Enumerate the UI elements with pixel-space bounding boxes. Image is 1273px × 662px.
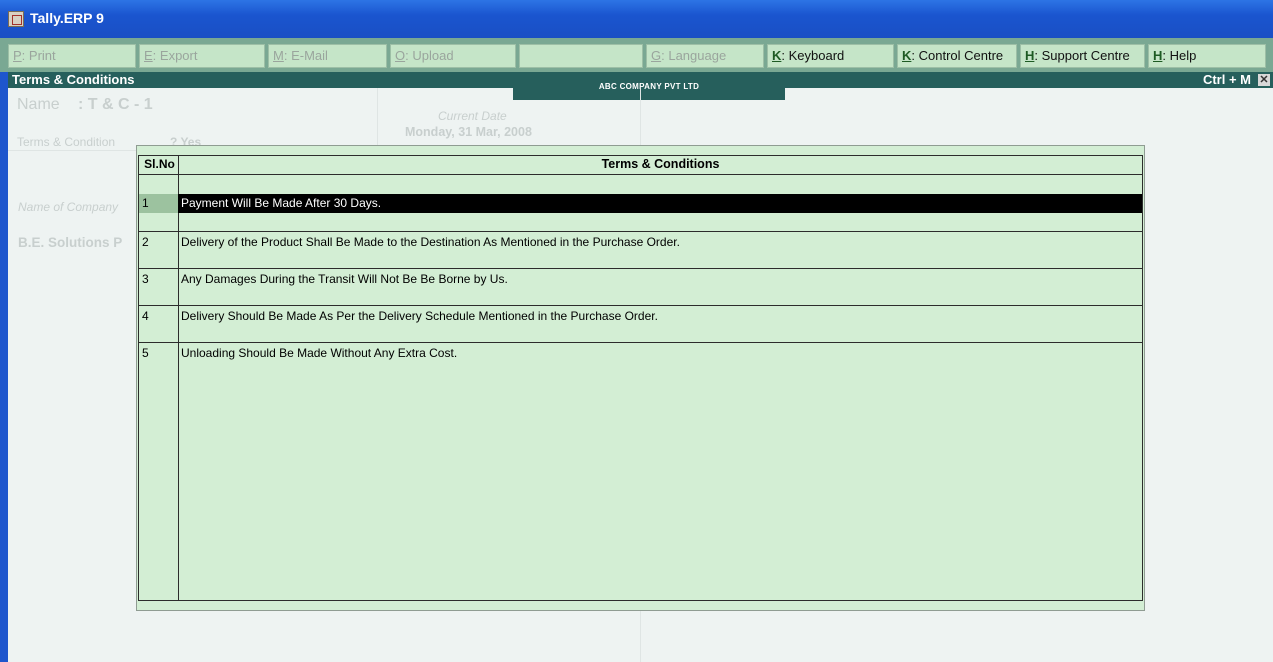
row-terms-text[interactable]: Unloading Should Be Made Without Any Ext… — [181, 346, 457, 360]
divider — [377, 88, 378, 150]
window-title: Tally.ERP 9 — [30, 10, 104, 26]
company-value[interactable]: B.E. Solutions P — [18, 235, 122, 250]
table-row[interactable]: 2 Delivery of the Product Shall Be Made … — [139, 233, 1142, 252]
column-header-terms: Terms & Conditions — [601, 157, 720, 171]
row-separator — [139, 231, 1142, 232]
row-separator — [139, 342, 1142, 343]
print-button[interactable]: P: Print — [8, 44, 136, 68]
row-sl-no: 3 — [142, 272, 149, 286]
row-sl-no: 4 — [142, 309, 149, 323]
terms-table: Sl.No Terms & Conditions 1 Payment Will … — [138, 155, 1143, 601]
button-bar: P: Print E: Export M: E-Mail O: Upload G… — [0, 38, 1273, 73]
table-row[interactable]: 4 Delivery Should Be Made As Per the Del… — [139, 307, 1142, 326]
name-label: Name — [17, 96, 60, 113]
row-sl-no: 1 — [142, 196, 149, 210]
row-terms-text[interactable]: Delivery Should Be Made As Per the Deliv… — [181, 309, 658, 323]
close-icon[interactable]: ✕ — [1258, 74, 1270, 86]
minimize-shortcut[interactable]: Ctrl + M — [1203, 72, 1251, 88]
row-sl-no: 2 — [142, 235, 149, 249]
current-date-value: Monday, 31 Mar, 2008 — [405, 125, 532, 139]
row-terms-text[interactable]: Delivery of the Product Shall Be Made to… — [181, 235, 680, 249]
export-button[interactable]: E: Export — [139, 44, 265, 68]
keyboard-button[interactable]: K: Keyboard — [767, 44, 894, 68]
window-title-bar[interactable]: Tally.ERP 9 — [0, 0, 1273, 38]
table-row[interactable]: 3 Any Damages During the Transit Will No… — [139, 270, 1142, 289]
left-window-border — [0, 72, 8, 662]
column-divider — [178, 156, 179, 600]
terms-conditions-popup: Sl.No Terms & Conditions 1 Payment Will … — [136, 145, 1145, 611]
terms-label: Terms & Condition — [17, 135, 116, 149]
company-name-tab: ABC COMPANY PVT LTD — [513, 72, 785, 100]
tally-app-icon — [8, 11, 24, 27]
table-row[interactable]: 5 Unloading Should Be Made Without Any E… — [139, 344, 1142, 363]
control-centre-button[interactable]: K: Control Centre — [897, 44, 1017, 68]
row-terms-text[interactable]: Any Damages During the Transit Will Not … — [181, 272, 508, 286]
support-centre-button[interactable]: H: Support Centre — [1020, 44, 1145, 68]
table-row[interactable]: 1 Payment Will Be Made After 30 Days. — [139, 194, 1142, 213]
column-header-sl-no: Sl.No — [144, 157, 175, 171]
name-value[interactable]: : T & C - 1 — [78, 96, 153, 114]
popup-footer — [138, 601, 1143, 609]
current-date-label: Current Date — [438, 109, 507, 123]
screen-title: Terms & Conditions — [12, 72, 135, 87]
row-terms-text[interactable]: Payment Will Be Made After 30 Days. — [181, 196, 381, 210]
row-separator — [139, 305, 1142, 306]
help-button[interactable]: H: Help — [1148, 44, 1266, 68]
email-button[interactable]: M: E-Mail — [268, 44, 387, 68]
upload-button[interactable]: O: Upload — [390, 44, 516, 68]
blank-button[interactable] — [519, 44, 643, 68]
header-underline — [139, 174, 1142, 175]
row-sl-no: 5 — [142, 346, 149, 360]
language-button[interactable]: G: Language — [646, 44, 764, 68]
company-label: Name of Company — [18, 200, 119, 214]
row-separator — [139, 268, 1142, 269]
